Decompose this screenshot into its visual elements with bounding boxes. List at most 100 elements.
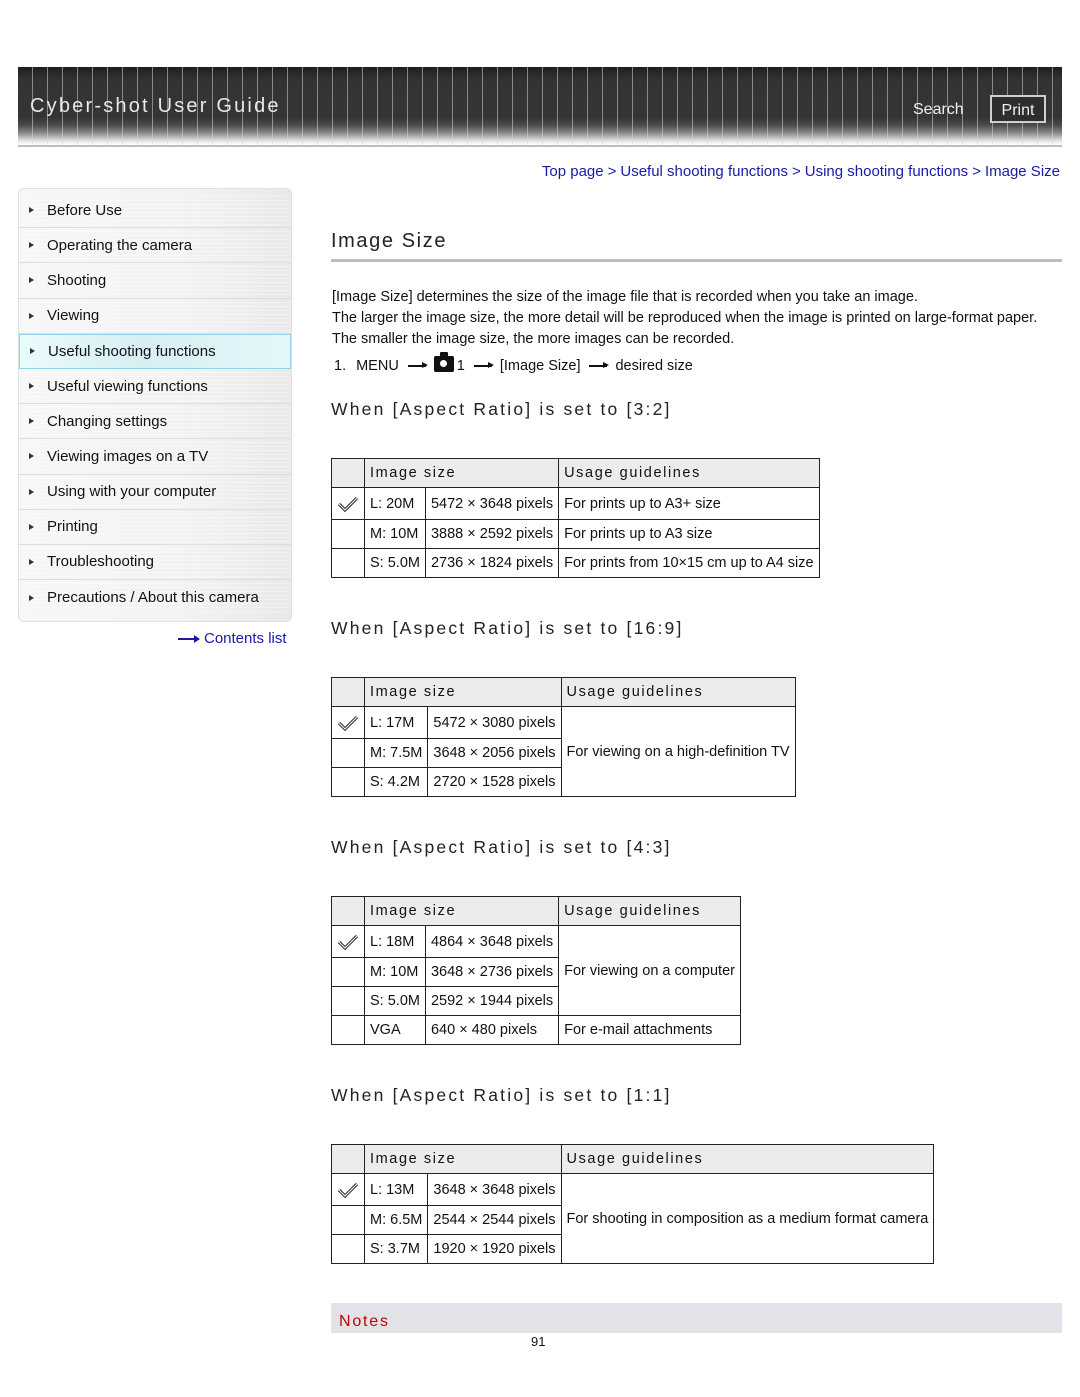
header-usage: Usage guidelines bbox=[558, 458, 820, 488]
contents-list-label: Contents list bbox=[204, 630, 287, 647]
usage-cell-merged: For shooting in composition as a medium … bbox=[560, 1173, 935, 1264]
sidebar-item-label: Useful viewing functions bbox=[47, 377, 208, 395]
breadcrumb-top-page[interactable]: Top page bbox=[542, 163, 604, 180]
sidebar-item-label: Viewing bbox=[47, 307, 100, 325]
size-cell: M: 10M bbox=[364, 519, 426, 549]
pixels-cell: 4864 × 3648 pixels bbox=[424, 925, 560, 958]
sidebar-item-using-with-your-computer[interactable]: Using with your computer bbox=[19, 474, 291, 510]
default-check-cell bbox=[331, 706, 365, 739]
sidebar-nav: Before Use Operating the camera Shooting… bbox=[18, 188, 292, 622]
empty-check-cell bbox=[331, 767, 365, 797]
sidebar-item-useful-viewing-functions[interactable]: Useful viewing functions bbox=[19, 368, 291, 405]
table-row: L: 20M 5472 × 3648 pixels For prints up … bbox=[331, 487, 820, 520]
arrow-right-icon bbox=[589, 363, 610, 368]
size-cell: M: 10M bbox=[364, 957, 426, 987]
sidebar-item-label: Printing bbox=[47, 518, 98, 536]
header-blank-cell bbox=[331, 458, 365, 488]
breadcrumb-separator: > bbox=[607, 163, 617, 180]
sidebar-item-precautions[interactable]: Precautions / About this camera bbox=[19, 580, 291, 616]
section-title-1-1: When [Aspect Ratio] is set to [1:1] bbox=[331, 1085, 672, 1105]
header-banner: Cyber-shot User Guide Search Print bbox=[18, 67, 1062, 147]
sidebar-item-useful-shooting-functions[interactable]: Useful shooting functions bbox=[19, 333, 291, 369]
intro-paragraph: The larger the image size, the more deta… bbox=[332, 310, 1038, 347]
breadcrumb-image-size[interactable]: Image Size bbox=[985, 163, 1060, 180]
sidebar-item-label: Useful shooting functions bbox=[48, 342, 216, 360]
checkmark-icon bbox=[337, 496, 359, 512]
arrow-right-icon bbox=[178, 634, 200, 643]
title-divider bbox=[331, 259, 1062, 262]
header-image-size: Image size bbox=[364, 677, 562, 707]
default-check-cell bbox=[331, 925, 365, 958]
section-title-16-9: When [Aspect Ratio] is set to [16:9] bbox=[331, 618, 684, 638]
size-cell: S: 5.0M bbox=[364, 548, 426, 578]
empty-check-cell bbox=[331, 1234, 365, 1264]
usage-cell: For e-mail attachments bbox=[558, 1015, 741, 1045]
sidebar-item-changing-settings[interactable]: Changing settings bbox=[19, 404, 291, 440]
sidebar-item-label: Precautions / About this camera bbox=[47, 589, 259, 607]
table-header-row: Image size Usage guidelines bbox=[331, 1144, 935, 1174]
pixels-cell: 2544 × 2544 pixels bbox=[427, 1205, 562, 1235]
sidebar-item-before-use[interactable]: Before Use bbox=[19, 193, 291, 229]
usage-cell-merged: For viewing on a computer bbox=[558, 925, 741, 1016]
pixels-cell: 3648 × 2056 pixels bbox=[427, 738, 562, 768]
breadcrumb-useful-shooting-functions[interactable]: Useful shooting functions bbox=[620, 163, 788, 180]
pixels-cell: 3888 × 2592 pixels bbox=[424, 519, 560, 549]
section-title-4-3: When [Aspect Ratio] is set to [4:3] bbox=[331, 837, 672, 857]
empty-check-cell bbox=[331, 519, 365, 549]
size-cell: L: 18M bbox=[364, 925, 426, 958]
image-size-table-16-9: Image size Usage guidelines L: 17M 5472 … bbox=[331, 677, 796, 797]
table-header-row: Image size Usage guidelines bbox=[331, 896, 741, 926]
pixels-cell: 2736 × 1824 pixels bbox=[424, 548, 560, 578]
checkmark-icon bbox=[337, 934, 359, 950]
header-usage: Usage guidelines bbox=[560, 677, 796, 707]
intro-text: [Image Size] determines the size of the … bbox=[332, 287, 1062, 350]
pixels-cell: 2592 × 1944 pixels bbox=[424, 986, 560, 1016]
sidebar-item-viewing-images-on-a-tv[interactable]: Viewing images on a TV bbox=[19, 439, 291, 475]
image-size-table-1-1: Image size Usage guidelines L: 13M 3648 … bbox=[331, 1144, 935, 1264]
header-blank-cell bbox=[331, 677, 365, 707]
breadcrumb: Top page > Useful shooting functions > Using… bbox=[542, 163, 1060, 180]
app-title: Cyber-shot User Guide bbox=[30, 95, 281, 117]
table-row: L: 17M 5472 × 3080 pixels For viewing on… bbox=[331, 706, 796, 797]
banner-divider bbox=[18, 145, 1062, 147]
checkmark-icon bbox=[337, 715, 359, 731]
table-header-row: Image size Usage guidelines bbox=[331, 677, 796, 707]
triangle-right-icon bbox=[30, 348, 35, 355]
image-size-table-3-2: Image size Usage guidelines L: 20M 5472 … bbox=[331, 458, 820, 578]
header-blank-cell bbox=[331, 1144, 365, 1174]
sidebar-item-label: Operating the camera bbox=[47, 236, 193, 254]
pixels-cell: 2720 × 1528 pixels bbox=[427, 767, 562, 797]
header-image-size: Image size bbox=[364, 1144, 562, 1174]
image-size-table-4-3: Image size Usage guidelines L: 18M 4864 … bbox=[331, 896, 741, 1045]
print-button[interactable]: Print bbox=[990, 95, 1046, 123]
default-check-cell bbox=[331, 1173, 365, 1206]
sidebar-item-shooting[interactable]: Shooting bbox=[19, 263, 291, 299]
size-cell: M: 7.5M bbox=[363, 738, 429, 768]
triangle-right-icon bbox=[29, 312, 34, 319]
contents-list-link[interactable]: Contents list bbox=[178, 630, 287, 647]
triangle-right-icon bbox=[29, 277, 34, 284]
sidebar-item-operating-the-camera[interactable]: Operating the camera bbox=[19, 228, 291, 264]
page-number: 91 bbox=[531, 1334, 546, 1349]
triangle-right-icon bbox=[29, 207, 34, 214]
size-cell: VGA bbox=[364, 1015, 426, 1045]
sidebar-item-label: Shooting bbox=[47, 271, 107, 289]
notes-bar: Notes bbox=[331, 1303, 1062, 1333]
sidebar-item-viewing[interactable]: Viewing bbox=[19, 298, 291, 334]
sidebar-item-troubleshooting[interactable]: Troubleshooting bbox=[19, 544, 291, 581]
arrow-right-icon bbox=[407, 363, 428, 368]
triangle-right-icon bbox=[29, 523, 34, 530]
usage-cell-merged: For viewing on a high-definition TV bbox=[560, 706, 796, 797]
search-link[interactable]: Search bbox=[913, 101, 964, 119]
triangle-right-icon bbox=[29, 558, 34, 565]
pixels-cell: 1920 × 1920 pixels bbox=[427, 1234, 562, 1264]
pixels-cell: 5472 × 3080 pixels bbox=[427, 706, 562, 739]
pixels-cell: 640 × 480 pixels bbox=[424, 1015, 560, 1045]
empty-check-cell bbox=[331, 986, 365, 1016]
sidebar-item-printing[interactable]: Printing bbox=[19, 509, 291, 545]
sidebar-item-label: Changing settings bbox=[47, 412, 168, 430]
triangle-right-icon bbox=[29, 242, 34, 249]
table-row: VGA 640 × 480 pixels For e-mail attachme… bbox=[331, 1015, 741, 1045]
breadcrumb-using-shooting-functions[interactable]: Using shooting functions bbox=[805, 163, 968, 180]
table-row: L: 13M 3648 × 3648 pixels For shooting i… bbox=[331, 1173, 935, 1264]
